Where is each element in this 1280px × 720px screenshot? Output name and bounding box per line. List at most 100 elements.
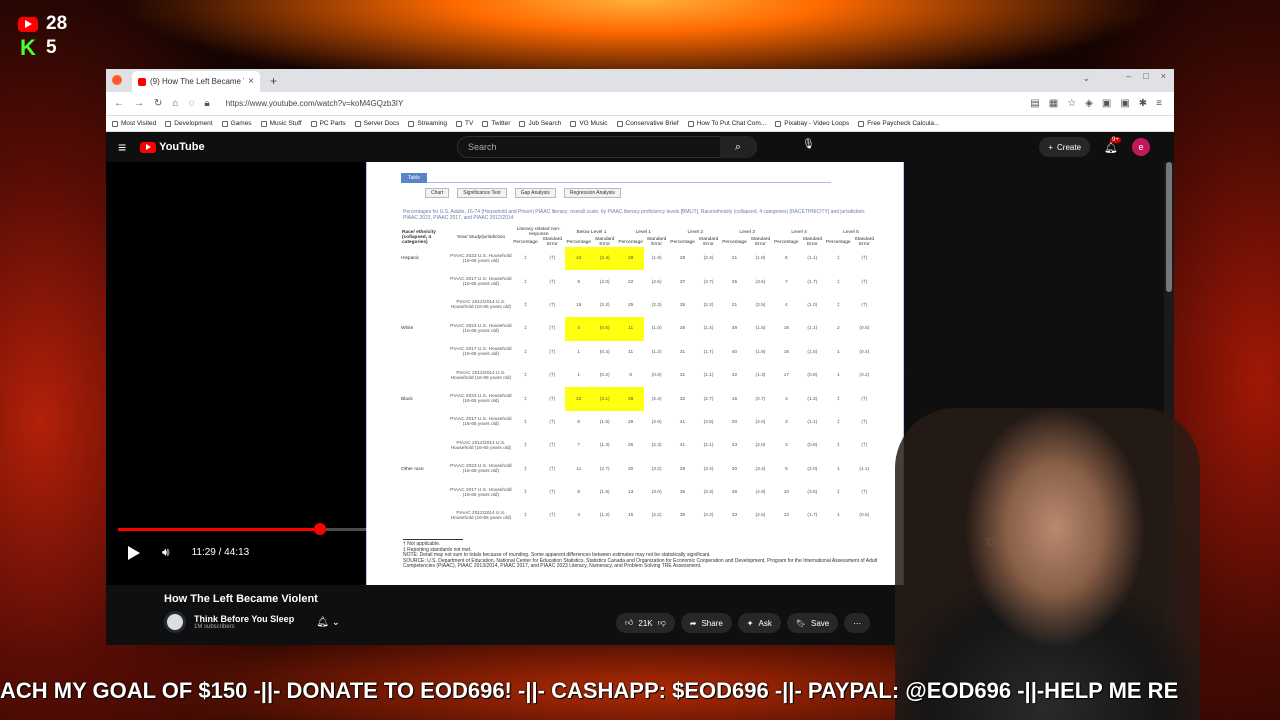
- bookmark-item[interactable]: VG Music: [570, 120, 608, 127]
- table-cell: (†): [861, 490, 868, 496]
- subheader: Percentage: [566, 239, 592, 245]
- puzzle-icon[interactable]: ✱: [1139, 98, 1147, 109]
- table-cell: (2.5): [755, 513, 766, 519]
- table-cell: (†): [549, 443, 556, 449]
- microphone-icon[interactable]: 🎙︎: [802, 139, 815, 150]
- table-cell: (1.3): [755, 373, 766, 379]
- minimize-icon[interactable]: –: [1126, 71, 1131, 81]
- table-cell: 6: [577, 490, 581, 496]
- thumbs-up-icon: 👍︎: [625, 618, 634, 627]
- table-cell: (3.7): [703, 279, 714, 285]
- table-cell: (0.9): [651, 373, 662, 379]
- table-row: PIAAC 2017 U.S. Household (16-65 years o…: [401, 481, 877, 504]
- subheader: Percentage: [670, 239, 695, 245]
- mouse-cursor-icon: [907, 371, 915, 379]
- tab-list-chevron-icon[interactable]: ⌄: [1082, 73, 1090, 84]
- table-cell: (3.5): [807, 490, 818, 496]
- bookmark-item[interactable]: TV: [456, 120, 473, 127]
- table-cell: 7: [577, 443, 581, 449]
- bookmark-item[interactable]: Development: [165, 120, 213, 127]
- more-actions-button[interactable]: ⋯: [844, 613, 871, 633]
- table-notes: † Not applicable. ‡ Reporting standards n…: [403, 539, 883, 570]
- youtube-logo[interactable]: YouTube: [140, 141, 205, 153]
- bookmark-item[interactable]: Games: [221, 120, 252, 127]
- column-header: Level 1: [635, 229, 652, 235]
- bookmark-item[interactable]: Free Paycheck Calcula...: [858, 120, 939, 127]
- scrubber-handle[interactable]: [313, 523, 326, 535]
- subscription-bell-icon[interactable]: 🔔︎ ⌄: [316, 617, 340, 628]
- extension-icon-2[interactable]: ▣: [1120, 98, 1129, 109]
- table-cell: 24: [565, 247, 593, 271]
- extension-icon[interactable]: ▣: [1102, 98, 1111, 109]
- table-cell: 32: [679, 396, 686, 402]
- bookmark-label: Free Paycheck Calcula...: [867, 120, 940, 127]
- forward-icon[interactable]: →: [134, 98, 144, 109]
- bookmark-item[interactable]: Twitter: [482, 120, 510, 127]
- scrollbar-thumb[interactable]: [1166, 162, 1172, 292]
- video-player[interactable]: Table Chart Significance Test Gap Analysis…: [106, 162, 995, 585]
- table-cell: 21: [731, 256, 738, 262]
- volume-icon[interactable]: 🔊︎: [162, 545, 170, 560]
- table-row: PIAAC 2017 U.S. Household (16-65 years o…: [401, 411, 877, 434]
- table-cell: (3.4): [755, 466, 766, 472]
- play-icon[interactable]: [128, 545, 140, 560]
- like-button[interactable]: 👍︎ 21K 👎︎: [616, 613, 675, 633]
- create-button[interactable]: + Create: [1039, 137, 1091, 157]
- table-cell: 4: [565, 317, 593, 341]
- maximize-icon[interactable]: □: [1143, 71, 1148, 81]
- browser-tab[interactable]: (9) How The Left Became Violen ×: [132, 71, 260, 92]
- bookmark-item[interactable]: Music Stuff: [260, 120, 302, 127]
- search-input[interactable]: Search ⌕: [457, 136, 757, 158]
- share-button[interactable]: ➦ Share: [680, 613, 732, 633]
- table-cell: (0.2): [599, 373, 610, 379]
- table-cell: 13: [627, 490, 634, 496]
- reload-icon[interactable]: ↻: [154, 98, 162, 109]
- table-cell: 9: [577, 279, 581, 285]
- pocket-icon[interactable]: ◈: [1085, 98, 1093, 109]
- bookmark-label: Development: [174, 120, 213, 127]
- year-cell: PIAAC 2017 U.S. Household (16-65 years o…: [450, 347, 512, 358]
- menu-icon[interactable]: ≡: [1156, 98, 1162, 109]
- save-button[interactable]: 🔖︎ Save: [786, 613, 839, 633]
- progress-bar[interactable]: [118, 523, 903, 535]
- grid-icon[interactable]: ▦: [1049, 98, 1058, 109]
- reader-view-icon[interactable]: ▤: [1030, 98, 1039, 109]
- table-cell: (1.2): [651, 349, 662, 355]
- table-cell: (1.5): [599, 419, 610, 425]
- new-tab-icon[interactable]: +: [270, 74, 277, 88]
- ask-button[interactable]: ✦ Ask: [737, 613, 781, 633]
- bookmark-item[interactable]: Most Visited: [112, 120, 156, 127]
- bookmark-item[interactable]: Conservative Brief: [616, 120, 679, 127]
- table-cell: (†): [861, 279, 868, 285]
- home-icon[interactable]: ⌂: [172, 98, 178, 109]
- back-icon[interactable]: ←: [114, 98, 124, 109]
- bookmark-item[interactable]: Streaming: [408, 120, 447, 127]
- table-cell: 1: [577, 373, 581, 379]
- hamburger-menu-icon[interactable]: ≡: [118, 139, 126, 155]
- search-icon[interactable]: ⌕: [720, 136, 756, 158]
- channel-name[interactable]: Think Before You Sleep: [194, 614, 294, 624]
- close-tab-icon[interactable]: ×: [248, 76, 254, 87]
- table-row: PIAAC 2012/2014 U.S. Household (16-65 ye…: [401, 434, 877, 457]
- table-cell: ‡: [524, 326, 527, 332]
- document-buttons: Chart Significance Test Gap Analysis Regres…: [425, 188, 621, 198]
- table-cell: 28: [617, 387, 644, 411]
- bookmark-item[interactable]: How To Put Chat Com...: [687, 120, 766, 127]
- bookmark-label: Job Search: [528, 120, 562, 127]
- bookmark-star-icon[interactable]: ☆: [1067, 98, 1076, 109]
- channel-avatar[interactable]: [164, 611, 186, 633]
- bookmark-item[interactable]: Job Search: [519, 120, 561, 127]
- notifications-bell-icon[interactable]: 🔔︎ 9+: [1104, 136, 1121, 154]
- table-cell: ‡: [524, 443, 527, 449]
- bookmark-item[interactable]: PC Parts: [310, 120, 346, 127]
- url-bar[interactable]: https://www.youtube.com/watch?v=koM4GQzb…: [226, 99, 1021, 108]
- shield-icon[interactable]: ◌: [188, 98, 194, 109]
- avatar[interactable]: e: [1132, 138, 1150, 156]
- bookmark-item[interactable]: Pixabay - Video Loops: [775, 120, 849, 127]
- table-cell: 10: [783, 490, 790, 496]
- bookmark-item[interactable]: Server Docs: [354, 120, 399, 127]
- thumbs-down-icon[interactable]: 👎︎: [658, 618, 666, 628]
- table-cell: 31: [679, 349, 686, 355]
- close-window-icon[interactable]: ×: [1161, 71, 1166, 81]
- table-cell: (1.1): [859, 466, 870, 472]
